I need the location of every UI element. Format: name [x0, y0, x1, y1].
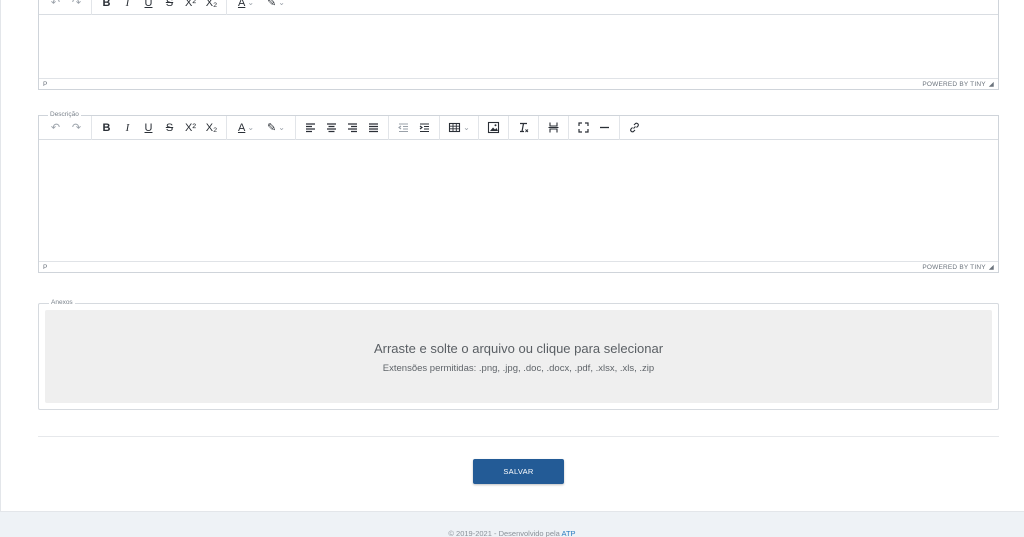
- chevron-down-icon: ⌄: [247, 123, 255, 132]
- link-icon: [630, 122, 639, 133]
- table-button[interactable]: ⌄: [444, 118, 474, 138]
- table-icon: [449, 122, 461, 133]
- element-path[interactable]: P: [43, 81, 47, 88]
- align-right-icon: [348, 123, 357, 133]
- page-break-button[interactable]: [543, 118, 564, 138]
- format-group: B I U S X² X₂: [92, 0, 227, 15]
- color-group: A ⌄ ✎ ⌄: [227, 0, 295, 15]
- dropzone-allowed-extensions: Extensões permitidas: .png, .jpg, .doc, …: [382, 363, 655, 374]
- outdent-icon: [398, 123, 408, 133]
- dropzone-title: Arraste e solte o arquivo ou clique para…: [373, 341, 664, 356]
- italic-button[interactable]: I: [117, 118, 138, 138]
- rich-text-editor-descricao: ↶ ↷ B I U S X² X₂ A ⌄ ✎ ⌄ ⌄ P POWERED BY…: [38, 115, 999, 273]
- editor-statusbar: P POWERED BY TINY ◢: [39, 78, 998, 89]
- fullscreen-icon: [578, 122, 589, 133]
- align-left-icon: [306, 123, 315, 133]
- subscript-button[interactable]: X₂: [201, 0, 222, 13]
- element-path[interactable]: P: [43, 264, 47, 271]
- text-color-button[interactable]: A ⌄: [231, 118, 261, 138]
- history-group: ↶ ↷: [41, 0, 92, 15]
- horizontal-line-button[interactable]: [594, 118, 615, 138]
- undo-button[interactable]: ↶: [45, 118, 66, 138]
- history-group: ↶ ↷: [41, 115, 92, 140]
- resize-handle-icon[interactable]: ◢: [989, 80, 994, 88]
- chevron-down-icon: ⌄: [247, 0, 255, 7]
- align-justify-icon: [369, 123, 378, 133]
- chevron-down-icon: ⌄: [278, 0, 285, 7]
- rich-text-editor-1: ↶ ↷ B I U S X² X₂ A ⌄ ✎ ⌄ P POWERED BY TIN…: [38, 0, 999, 90]
- text-color-icon: A: [237, 0, 246, 9]
- align-group: [296, 115, 389, 140]
- image-icon: [487, 121, 500, 134]
- text-color-button[interactable]: A ⌄: [231, 0, 261, 13]
- align-center-button[interactable]: [321, 118, 342, 138]
- align-right-button[interactable]: [342, 118, 363, 138]
- align-center-icon: [327, 123, 336, 133]
- chevron-down-icon: ⌄: [278, 123, 285, 132]
- editor-statusbar: P POWERED BY TINY ◢: [39, 261, 998, 272]
- attachments-fieldset: Arraste e solte o arquivo ou clique para…: [38, 303, 999, 410]
- redo-button[interactable]: ↷: [66, 0, 87, 13]
- underline-button[interactable]: U: [138, 0, 159, 13]
- pagebreak-group: [539, 115, 569, 140]
- editor-content-area[interactable]: [39, 141, 998, 262]
- highlighter-icon: ✎: [267, 0, 277, 9]
- save-button[interactable]: SALVAR: [473, 459, 564, 484]
- insert-image-button[interactable]: [483, 118, 504, 138]
- form-card: ↶ ↷ B I U S X² X₂ A ⌄ ✎ ⌄ P POWERED BY TIN…: [0, 0, 1024, 512]
- atp-link[interactable]: ATP: [562, 529, 576, 537]
- subscript-button[interactable]: X₂: [201, 118, 222, 138]
- clear-formatting-icon: [520, 122, 529, 133]
- editor-toolbar: ↶ ↷ B I U S X² X₂ A ⌄ ✎ ⌄: [39, 115, 998, 140]
- image-group: [479, 115, 509, 140]
- clear-formatting-button[interactable]: [513, 118, 534, 138]
- align-justify-button[interactable]: [363, 118, 384, 138]
- attachments-label: Anexos: [49, 299, 75, 306]
- link-group: [620, 116, 649, 140]
- format-group: B I U S X² X₂: [92, 115, 227, 140]
- text-color-icon: A: [237, 121, 246, 134]
- insert-link-button[interactable]: [624, 118, 645, 138]
- resize-handle-icon[interactable]: ◢: [989, 263, 994, 271]
- redo-button[interactable]: ↷: [66, 118, 87, 138]
- chevron-down-icon: ⌄: [463, 123, 470, 132]
- powered-by-link[interactable]: POWERED BY TINY: [922, 81, 985, 88]
- italic-button[interactable]: I: [117, 0, 138, 13]
- strikethrough-button[interactable]: S: [159, 118, 180, 138]
- bold-button[interactable]: B: [96, 118, 117, 138]
- fullscreen-button[interactable]: [573, 118, 594, 138]
- color-group: A ⌄ ✎ ⌄: [227, 115, 296, 140]
- highlight-color-button[interactable]: ✎ ⌄: [261, 0, 291, 13]
- align-left-button[interactable]: [300, 118, 321, 138]
- editor-content-area[interactable]: [39, 16, 998, 79]
- superscript-button[interactable]: X²: [180, 118, 201, 138]
- outdent-button[interactable]: [393, 118, 414, 138]
- divider: [38, 436, 999, 437]
- undo-button[interactable]: ↶: [45, 0, 66, 13]
- powered-by-link[interactable]: POWERED BY TINY: [922, 264, 985, 271]
- horizontal-line-icon: [600, 126, 609, 129]
- file-dropzone[interactable]: Arraste e solte o arquivo ou clique para…: [45, 310, 992, 403]
- strikethrough-button[interactable]: S: [159, 0, 180, 13]
- highlight-color-button[interactable]: ✎ ⌄: [261, 118, 291, 138]
- view-group: [569, 115, 620, 140]
- bold-button[interactable]: B: [96, 0, 117, 13]
- descricao-label: Descrição: [48, 111, 81, 118]
- indent-icon: [419, 123, 429, 133]
- table-group: ⌄: [440, 115, 479, 140]
- clear-format-group: [509, 115, 539, 140]
- page-footer: © 2019-2021 - Desenvolvido pela ATP: [0, 529, 1024, 537]
- indent-button[interactable]: [414, 118, 435, 138]
- indent-group: [389, 115, 440, 140]
- superscript-button[interactable]: X²: [180, 0, 201, 13]
- page-break-icon: [548, 122, 559, 133]
- editor-toolbar: ↶ ↷ B I U S X² X₂ A ⌄ ✎ ⌄: [39, 0, 998, 15]
- underline-button[interactable]: U: [138, 118, 159, 138]
- highlighter-icon: ✎: [267, 122, 277, 134]
- copyright-text: © 2019-2021 - Desenvolvido pela: [448, 529, 562, 537]
